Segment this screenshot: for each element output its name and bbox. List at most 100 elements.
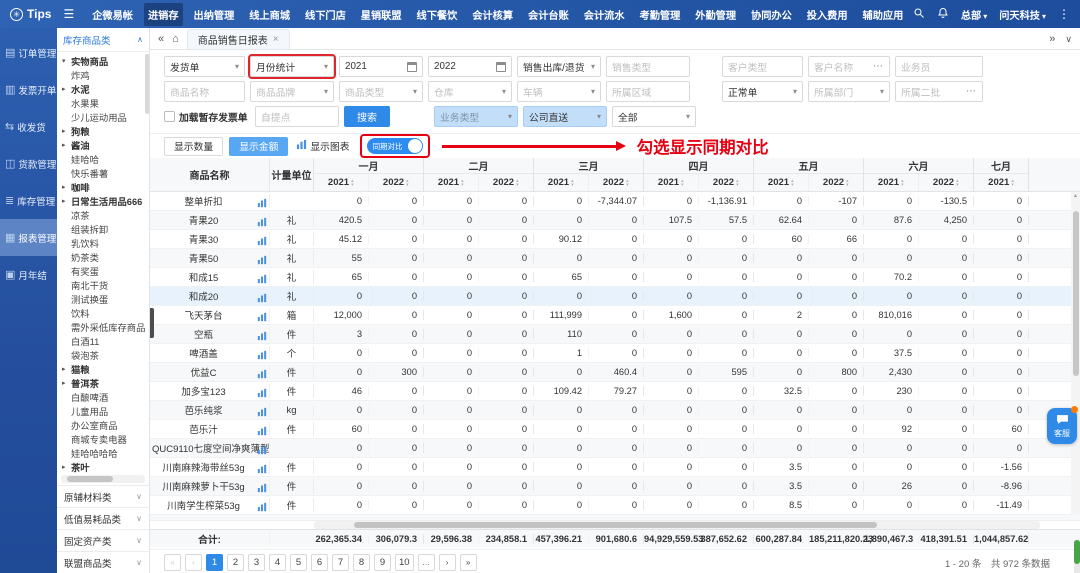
nav-item[interactable]: 会计台账 bbox=[524, 3, 573, 26]
filter-checkbox[interactable]: 加载暂存发票单 bbox=[164, 110, 250, 124]
nav-item[interactable]: 考勤管理 bbox=[636, 3, 685, 26]
more-tabs-icon[interactable] bbox=[1049, 33, 1055, 45]
nav-item[interactable]: 会计流水 bbox=[580, 3, 629, 26]
page-button[interactable]: 6 bbox=[311, 554, 328, 571]
nav-item[interactable]: 线下门店 bbox=[301, 3, 350, 26]
filter-select[interactable]: 发货单 bbox=[164, 56, 245, 77]
page-button[interactable]: 7 bbox=[332, 554, 349, 571]
filter-select[interactable]: 销售出库/退货 bbox=[517, 56, 601, 77]
filter-select[interactable]: 公司直送 bbox=[523, 106, 607, 127]
column-header-year[interactable]: 2021▴▾ bbox=[314, 174, 369, 191]
tree-item[interactable]: 南北干货 bbox=[62, 279, 149, 293]
tree-item[interactable]: 水果果 bbox=[62, 97, 149, 111]
tree-item[interactable]: 商城专卖电器 bbox=[62, 433, 149, 447]
customer-service-button[interactable]: 客服 bbox=[1047, 408, 1077, 444]
nav-item[interactable]: 辅助应用 bbox=[859, 3, 905, 26]
last-page-icon[interactable]: » bbox=[460, 554, 477, 571]
table-row[interactable]: 芭乐汁件6000000000092060 bbox=[150, 420, 1080, 439]
filter-select[interactable]: 商品品牌 bbox=[250, 81, 334, 102]
prev-page-icon[interactable]: ‹ bbox=[185, 554, 202, 571]
tree-item[interactable]: 办公室商品 bbox=[62, 419, 149, 433]
tree-item[interactable]: ▸猫粮 bbox=[62, 363, 149, 377]
column-header-unit[interactable]: 计量单位 bbox=[270, 158, 314, 191]
next-page-icon[interactable]: › bbox=[439, 554, 456, 571]
row-chart-icon[interactable] bbox=[257, 331, 267, 341]
nav-item[interactable]: 会计核算 bbox=[468, 3, 517, 26]
page-button[interactable]: 10 bbox=[395, 554, 414, 571]
tree-item[interactable]: 少儿运动用品 bbox=[62, 111, 149, 125]
row-chart-icon[interactable] bbox=[257, 502, 267, 512]
filter-select[interactable]: 正常单 bbox=[722, 81, 803, 102]
page-ellipsis[interactable]: ... bbox=[418, 554, 435, 571]
filter-input-more[interactable]: 客户名称 bbox=[808, 56, 890, 77]
nav-item[interactable]: 协同办公 bbox=[747, 3, 796, 26]
tree-item[interactable]: 袋泡茶 bbox=[62, 349, 149, 363]
table-row[interactable]: 川南学生榨菜53g件000000008.5000-11.49 bbox=[150, 496, 1080, 515]
filter-select[interactable]: 商品类型 bbox=[339, 81, 423, 102]
tree-item[interactable]: ▸日常生活用品666 bbox=[62, 195, 149, 209]
sidebar-item-order[interactable]: ▤订单管理 bbox=[0, 34, 57, 71]
vscrollbar-thumb[interactable] bbox=[1073, 211, 1079, 376]
table-row[interactable]: 和成20礼0000000000000 bbox=[150, 287, 1080, 306]
tree-item[interactable]: 奶茶类 bbox=[62, 251, 149, 265]
tree-item[interactable]: 娃哈哈哈哈 bbox=[62, 447, 149, 461]
filter-select[interactable]: 全部 bbox=[612, 106, 696, 127]
tree-item[interactable]: 凉茶 bbox=[62, 209, 149, 223]
filter-input[interactable]: 销售类型 bbox=[606, 56, 690, 77]
show-chart-button[interactable]: 显示图表 bbox=[296, 139, 349, 153]
filter-input[interactable]: 商品名称 bbox=[164, 81, 245, 102]
tree-section[interactable]: 低值易耗品类 bbox=[57, 507, 149, 529]
filter-select[interactable]: 业务类型 bbox=[434, 106, 518, 127]
tree-vscrollbar[interactable] bbox=[145, 54, 149, 114]
tab-close-icon[interactable] bbox=[273, 34, 279, 45]
hscrollbar-thumb[interactable] bbox=[354, 522, 877, 528]
tree-item[interactable]: 快乐番薯 bbox=[62, 167, 149, 181]
row-chart-icon[interactable] bbox=[257, 388, 267, 398]
tree-header[interactable]: 库存商品类 bbox=[57, 28, 149, 52]
tree-item[interactable]: ▾实物商品 bbox=[62, 55, 149, 69]
first-page-icon[interactable]: « bbox=[164, 554, 181, 571]
column-header-year[interactable]: 2021▴▾ bbox=[864, 174, 919, 191]
tree-item[interactable]: 需外采低库存商品 bbox=[62, 321, 149, 335]
filter-input[interactable]: 业务员 bbox=[895, 56, 983, 77]
row-chart-icon[interactable] bbox=[257, 407, 267, 417]
filter-select[interactable]: 所属部门 bbox=[808, 81, 890, 102]
tree-section[interactable]: 原辅材料类 bbox=[57, 485, 149, 507]
row-chart-icon[interactable] bbox=[257, 483, 267, 493]
table-row[interactable]: 整单折扣00000-7,344.070-1,136.910-1070-130.5… bbox=[150, 192, 1080, 211]
filter-date[interactable]: 2021 bbox=[339, 56, 423, 77]
column-header-year[interactable]: 2022▴▾ bbox=[809, 174, 864, 191]
column-header-year[interactable]: 2022▴▾ bbox=[699, 174, 754, 191]
show-quantity-button[interactable]: 显示数量 bbox=[164, 137, 223, 156]
column-header-year[interactable]: 2021▴▾ bbox=[644, 174, 699, 191]
row-chart-icon[interactable] bbox=[257, 426, 267, 436]
column-header-year[interactable]: 2022▴▾ bbox=[919, 174, 974, 191]
table-row[interactable]: 青果50礼55000000000000 bbox=[150, 249, 1080, 268]
search-button[interactable]: 搜索 bbox=[344, 106, 390, 127]
column-header-year[interactable]: 2021▴▾ bbox=[534, 174, 589, 191]
row-chart-icon[interactable] bbox=[257, 312, 267, 322]
tree-item[interactable]: 组装拆卸 bbox=[62, 223, 149, 237]
nav-item[interactable]: 线下餐饮 bbox=[413, 3, 462, 26]
table-row[interactable]: 川南麻辣萝卜干53g件000000003.50260-8.96 bbox=[150, 477, 1080, 496]
tab-product-sales-report[interactable]: 商品销售日报表 bbox=[187, 29, 290, 49]
org-switcher[interactable]: 总部▾ bbox=[961, 7, 987, 22]
column-header-product-name[interactable]: 商品名称 bbox=[150, 158, 270, 191]
collapse-panel-icon[interactable] bbox=[158, 33, 164, 45]
column-header-year[interactable]: 2021▴▾ bbox=[424, 174, 479, 191]
sidebar-item-invoice[interactable]: ▥发票开单 bbox=[0, 71, 57, 108]
table-row[interactable]: 和成15礼65000650000070.200 bbox=[150, 268, 1080, 287]
tree-item[interactable]: ▸酱油 bbox=[62, 139, 149, 153]
sidebar-item-payment[interactable]: ◫货款管理 bbox=[0, 145, 57, 182]
filter-input[interactable]: 所属区域 bbox=[606, 81, 690, 102]
table-row[interactable]: 加多宝123件46000109.4279.270032.5023000 bbox=[150, 382, 1080, 401]
overflow-menu-icon[interactable] bbox=[1058, 7, 1070, 21]
row-chart-icon[interactable] bbox=[257, 255, 267, 265]
tree-item[interactable]: 乳饮料 bbox=[62, 237, 149, 251]
compare-toggle[interactable]: 同期对比 bbox=[367, 138, 423, 154]
column-header-year[interactable]: 2022▴▾ bbox=[589, 174, 644, 191]
nav-item[interactable]: 进销存 bbox=[144, 3, 183, 26]
nav-item[interactable]: 外勤管理 bbox=[691, 3, 740, 26]
tree-item[interactable]: 娃哈哈 bbox=[62, 153, 149, 167]
search-icon[interactable] bbox=[913, 7, 925, 22]
